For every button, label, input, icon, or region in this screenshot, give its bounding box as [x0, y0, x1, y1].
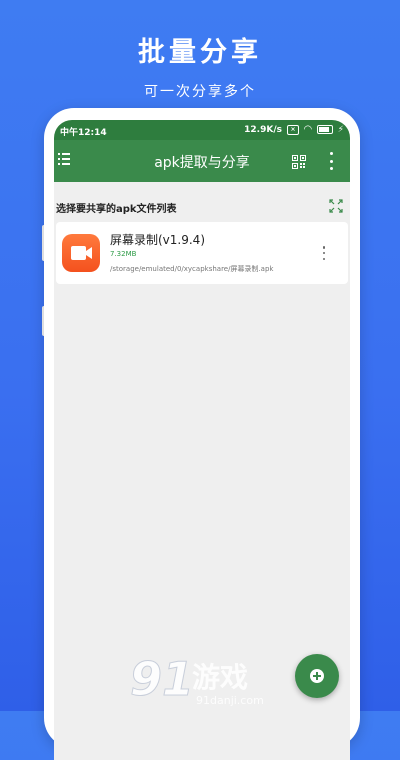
status-time: 中午12:14 — [60, 128, 107, 138]
wifi-icon: ◠ — [303, 124, 312, 135]
app-icon — [62, 234, 100, 272]
qr-code-icon — [292, 155, 306, 169]
more-vert-icon — [329, 152, 333, 155]
charging-icon: ⚡ — [337, 124, 344, 135]
file-more-button[interactable] — [320, 246, 328, 260]
status-bar: 中午12:14 12.9K/s × ◠ ⚡ — [54, 120, 350, 140]
sim-icon: × — [286, 124, 299, 135]
watermark-digits: 91 — [129, 652, 195, 707]
video-camera-icon — [71, 246, 92, 260]
file-size: 7.32MB — [110, 250, 137, 258]
add-fab-button[interactable] — [295, 654, 339, 698]
qr-code-button[interactable] — [292, 154, 306, 169]
more-vert-icon — [329, 167, 333, 170]
file-card[interactable]: 屏幕录制(v1.9.4) 7.32MB /storage/emulated/0/… — [56, 222, 348, 284]
battery-icon — [316, 125, 333, 134]
more-vert-icon — [322, 246, 326, 249]
section-title: 选择要共享的apk文件列表 — [56, 204, 177, 215]
network-speed: 12.9K/s — [244, 124, 282, 135]
add-circle-icon — [310, 669, 324, 683]
expand-button[interactable] — [329, 198, 343, 213]
file-name: 屏幕录制(v1.9.4) — [110, 233, 205, 247]
expand-icon — [329, 199, 343, 213]
watermark-text: 游戏 — [192, 661, 249, 694]
more-vert-icon — [322, 257, 326, 260]
file-path: /storage/emulated/0/xycapkshare/屏幕录制.apk — [110, 265, 274, 273]
watermark-url: 91danji.com — [196, 694, 264, 707]
promo-subtitle: 可一次分享多个 — [144, 84, 256, 100]
app-bar: apk提取与分享 — [54, 140, 350, 182]
more-vert-icon — [329, 159, 333, 163]
status-icons: 12.9K/s × ◠ ⚡ — [244, 124, 344, 135]
more-vert-icon — [322, 251, 326, 255]
watermark: 91 游戏 91danji.com — [129, 652, 280, 710]
promo-title: 批量分享 — [138, 37, 262, 68]
more-options-button[interactable] — [326, 152, 336, 170]
